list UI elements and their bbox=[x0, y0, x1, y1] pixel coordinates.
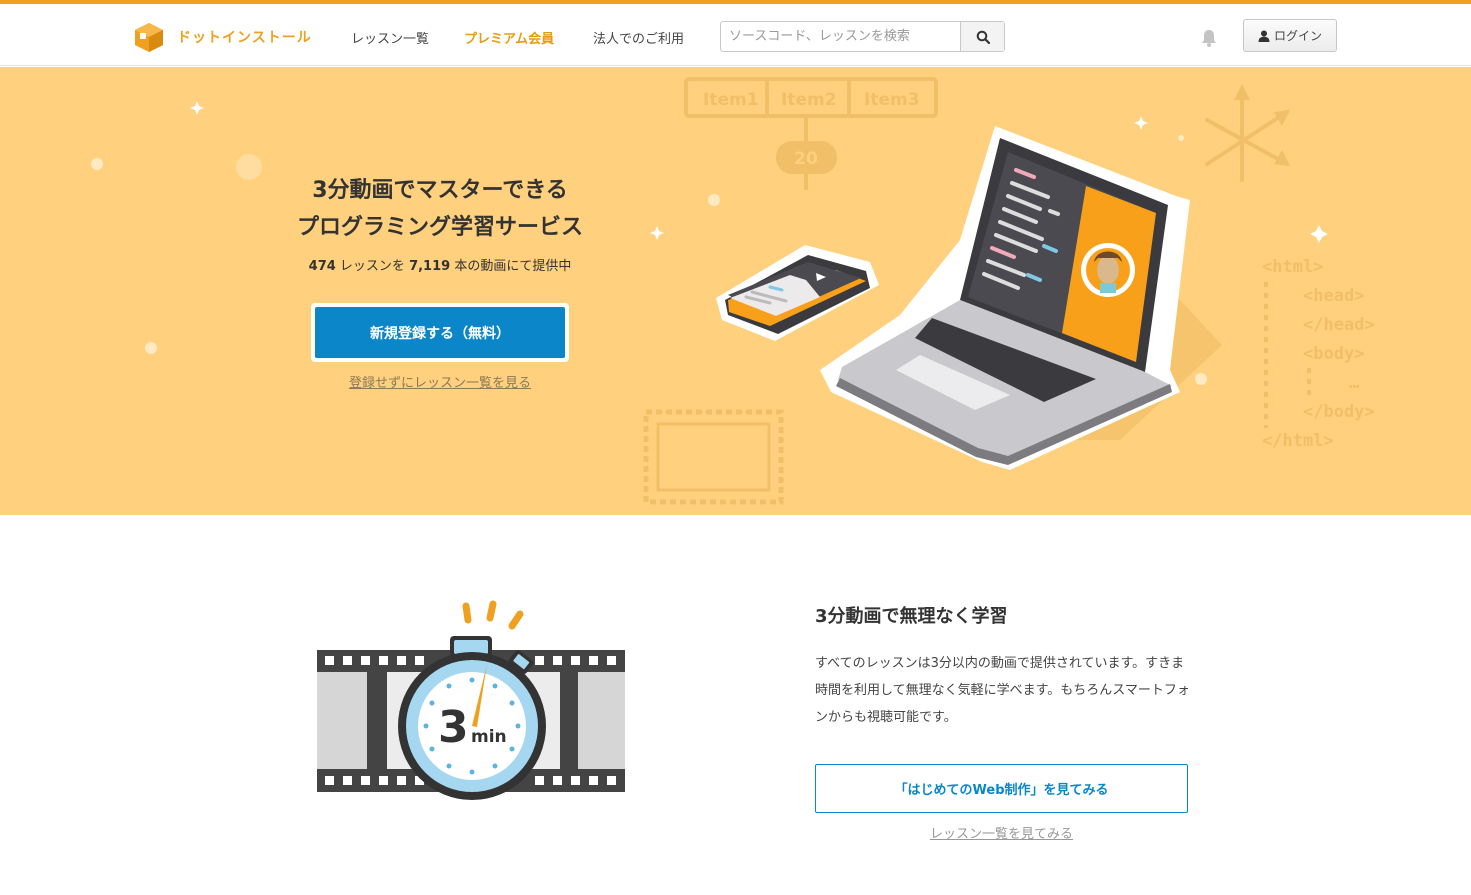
art-code-5: … bbox=[1349, 373, 1359, 393]
videos-count: 7,119 bbox=[409, 259, 451, 274]
search-input[interactable] bbox=[721, 22, 961, 51]
stats-text-b: 本の動画にて提供中 bbox=[450, 259, 572, 274]
login-button[interactable]: ログイン bbox=[1243, 19, 1337, 52]
notification-bell-icon[interactable] bbox=[1199, 28, 1219, 48]
art-code-6: </body> bbox=[1303, 402, 1375, 422]
signup-button-frame: 新規登録する（無料） bbox=[311, 303, 569, 362]
hero-section: Item1 Item2 Item3 20 <html> <head> </hea… bbox=[0, 67, 1471, 515]
art-tab-2: Item2 bbox=[781, 90, 837, 110]
hero-title-line1: 3分動画でマスターできる bbox=[312, 178, 568, 203]
user-icon bbox=[1258, 30, 1270, 42]
logo[interactable]: ドットインストール bbox=[133, 20, 323, 54]
art-tab-3: Item3 bbox=[864, 90, 920, 110]
signup-button[interactable]: 新規登録する（無料） bbox=[315, 307, 565, 358]
art-code-7: </html> bbox=[1262, 431, 1334, 451]
art-code-1: <html> bbox=[1262, 257, 1323, 277]
hero-title-line2: プログラミング学習サービス bbox=[296, 215, 583, 240]
nav-lessons[interactable]: レッスン一覧 bbox=[351, 28, 429, 47]
feature-title: 3分動画で無理なく学習 bbox=[815, 606, 1008, 627]
watch-web-course-button[interactable]: 「はじめてのWeb制作」を見てみる bbox=[815, 764, 1188, 813]
nav-business[interactable]: 法人でのご利用 bbox=[593, 28, 684, 47]
browse-lessons-link[interactable]: 登録せずにレッスン一覧を見る bbox=[240, 372, 640, 391]
art-badge: 20 bbox=[794, 149, 818, 169]
logo-cube-icon bbox=[135, 23, 163, 52]
view-lessons-link[interactable]: レッスン一覧を見てみる bbox=[815, 823, 1188, 842]
hero-title: 3分動画でマスターできる プログラミング学習サービス bbox=[240, 172, 640, 246]
search-button[interactable] bbox=[960, 22, 1004, 51]
nav-premium[interactable]: プレミアム会員 bbox=[464, 28, 554, 47]
art-code-4: <body> bbox=[1303, 344, 1364, 364]
art-code-3: </head> bbox=[1303, 315, 1375, 335]
stats-text-a: レッスンを bbox=[335, 259, 410, 274]
stopwatch-unit: min bbox=[471, 727, 507, 747]
art-tab-1: Item1 bbox=[703, 90, 759, 110]
hero-stats: 474 レッスンを 7,119 本の動画にて提供中 bbox=[240, 255, 640, 274]
site-header: ドットインストール レッスン一覧 プレミアム会員 法人でのご利用 ログイン bbox=[0, 4, 1471, 66]
logo-text: ドットインストール bbox=[177, 30, 312, 46]
art-code-2: <head> bbox=[1303, 286, 1364, 306]
stopwatch-number: 3 bbox=[438, 702, 469, 753]
search-icon bbox=[976, 30, 990, 44]
hero-illustration: Item1 Item2 Item3 20 <html> <head> </hea… bbox=[91, 77, 1375, 505]
search-box bbox=[720, 21, 1005, 52]
stopwatch-film-illustration: 3 min bbox=[317, 600, 625, 800]
lessons-count: 474 bbox=[308, 259, 336, 274]
login-label: ログイン bbox=[1273, 29, 1322, 43]
feature-description: すべてのレッスンは3分以内の動画で提供されています。すきま時間を利用して無理なく… bbox=[815, 656, 1190, 725]
